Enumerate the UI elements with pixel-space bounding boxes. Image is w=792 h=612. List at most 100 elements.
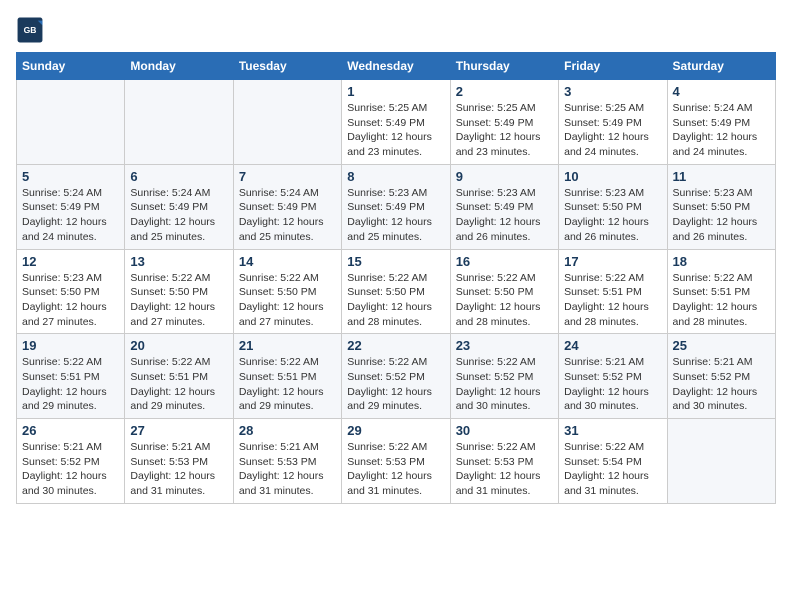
day-number: 31	[564, 423, 661, 438]
day-info: Sunrise: 5:21 AM Sunset: 5:52 PM Dayligh…	[673, 355, 770, 414]
calendar-cell: 18Sunrise: 5:22 AM Sunset: 5:51 PM Dayli…	[667, 249, 775, 334]
calendar-cell: 20Sunrise: 5:22 AM Sunset: 5:51 PM Dayli…	[125, 334, 233, 419]
calendar-cell: 16 Sunrise: 5:22 AM Sunset: 5:50 PM Dayli…	[450, 249, 558, 334]
day-number: 22	[347, 338, 444, 353]
calendar-cell: 24 Sunrise: 5:21 AM Sunset: 5:52 PM Dayli…	[559, 334, 667, 419]
day-info: Sunrise: 5:22 AM Sunset: 5:52 PM Dayligh…	[456, 355, 553, 414]
calendar-cell	[17, 80, 125, 165]
day-info: Sunrise: 5:22 AM Sunset: 5:51 PM Dayligh…	[22, 355, 119, 414]
day-number: 15	[347, 254, 444, 269]
day-of-week-header: Sunday	[17, 53, 125, 80]
calendar-week-row: 12Sunrise: 5:23 AM Sunset: 5:50 PM Dayli…	[17, 249, 776, 334]
day-number: 19	[22, 338, 119, 353]
day-number: 4	[673, 84, 770, 99]
day-number: 6	[130, 169, 227, 184]
day-info: Sunrise: 5:23 AM Sunset: 5:50 PM Dayligh…	[22, 271, 119, 330]
day-info: Sunrise: 5:22 AM Sunset: 5:51 PM Dayligh…	[130, 355, 227, 414]
day-info: Sunrise: 5:23 AM Sunset: 5:50 PM Dayligh…	[564, 186, 661, 245]
calendar-header-row: SundayMondayTuesdayWednesdayThursdayFrid…	[17, 53, 776, 80]
day-of-week-header: Friday	[559, 53, 667, 80]
day-of-week-header: Saturday	[667, 53, 775, 80]
calendar-cell: 25Sunrise: 5:21 AM Sunset: 5:52 PM Dayli…	[667, 334, 775, 419]
calendar-cell	[667, 419, 775, 504]
calendar-cell	[233, 80, 341, 165]
day-number: 30	[456, 423, 553, 438]
calendar-cell: 7Sunrise: 5:24 AM Sunset: 5:49 PM Daylig…	[233, 164, 341, 249]
calendar-cell: 12Sunrise: 5:23 AM Sunset: 5:50 PM Dayli…	[17, 249, 125, 334]
day-number: 3	[564, 84, 661, 99]
calendar-week-row: 1 Sunrise: 5:25 AM Sunset: 5:49 PM Daylig…	[17, 80, 776, 165]
calendar-cell: 31 Sunrise: 5:22 AM Sunset: 5:54 PM Dayli…	[559, 419, 667, 504]
calendar-week-row: 5Sunrise: 5:24 AM Sunset: 5:49 PM Daylig…	[17, 164, 776, 249]
calendar-cell: 13Sunrise: 5:22 AM Sunset: 5:50 PM Dayli…	[125, 249, 233, 334]
logo-icon: GB	[16, 16, 44, 44]
calendar-cell: 9 Sunrise: 5:23 AM Sunset: 5:49 PM Daylig…	[450, 164, 558, 249]
calendar-cell: 22Sunrise: 5:22 AM Sunset: 5:52 PM Dayli…	[342, 334, 450, 419]
day-number: 29	[347, 423, 444, 438]
day-info: Sunrise: 5:23 AM Sunset: 5:50 PM Dayligh…	[673, 186, 770, 245]
day-info: Sunrise: 5:25 AM Sunset: 5:49 PM Dayligh…	[564, 101, 661, 160]
day-number: 21	[239, 338, 336, 353]
calendar-cell: 11 Sunrise: 5:23 AM Sunset: 5:50 PM Dayli…	[667, 164, 775, 249]
day-number: 27	[130, 423, 227, 438]
day-info: Sunrise: 5:25 AM Sunset: 5:49 PM Dayligh…	[456, 101, 553, 160]
calendar-cell: 21 Sunrise: 5:22 AM Sunset: 5:51 PM Dayli…	[233, 334, 341, 419]
day-info: Sunrise: 5:21 AM Sunset: 5:52 PM Dayligh…	[564, 355, 661, 414]
calendar-cell: 29 Sunrise: 5:22 AM Sunset: 5:53 PM Dayli…	[342, 419, 450, 504]
calendar-cell: 4 Sunrise: 5:24 AM Sunset: 5:49 PM Daylig…	[667, 80, 775, 165]
day-info: Sunrise: 5:24 AM Sunset: 5:49 PM Dayligh…	[130, 186, 227, 245]
day-number: 10	[564, 169, 661, 184]
day-number: 26	[22, 423, 119, 438]
day-info: Sunrise: 5:22 AM Sunset: 5:50 PM Dayligh…	[347, 271, 444, 330]
day-info: Sunrise: 5:22 AM Sunset: 5:54 PM Dayligh…	[564, 440, 661, 499]
day-info: Sunrise: 5:22 AM Sunset: 5:51 PM Dayligh…	[564, 271, 661, 330]
day-info: Sunrise: 5:24 AM Sunset: 5:49 PM Dayligh…	[22, 186, 119, 245]
day-number: 14	[239, 254, 336, 269]
calendar-cell: 27 Sunrise: 5:21 AM Sunset: 5:53 PM Dayli…	[125, 419, 233, 504]
day-of-week-header: Wednesday	[342, 53, 450, 80]
svg-text:GB: GB	[24, 25, 37, 35]
calendar-cell: 28 Sunrise: 5:21 AM Sunset: 5:53 PM Dayli…	[233, 419, 341, 504]
day-info: Sunrise: 5:23 AM Sunset: 5:49 PM Dayligh…	[347, 186, 444, 245]
calendar-cell: 17 Sunrise: 5:22 AM Sunset: 5:51 PM Dayli…	[559, 249, 667, 334]
day-number: 16	[456, 254, 553, 269]
day-info: Sunrise: 5:21 AM Sunset: 5:53 PM Dayligh…	[239, 440, 336, 499]
day-info: Sunrise: 5:22 AM Sunset: 5:53 PM Dayligh…	[456, 440, 553, 499]
day-info: Sunrise: 5:22 AM Sunset: 5:53 PM Dayligh…	[347, 440, 444, 499]
calendar-cell: 15 Sunrise: 5:22 AM Sunset: 5:50 PM Dayli…	[342, 249, 450, 334]
day-number: 28	[239, 423, 336, 438]
day-of-week-header: Thursday	[450, 53, 558, 80]
day-info: Sunrise: 5:24 AM Sunset: 5:49 PM Dayligh…	[673, 101, 770, 160]
calendar-cell: 1 Sunrise: 5:25 AM Sunset: 5:49 PM Daylig…	[342, 80, 450, 165]
day-number: 11	[673, 169, 770, 184]
calendar-cell: 6 Sunrise: 5:24 AM Sunset: 5:49 PM Daylig…	[125, 164, 233, 249]
day-info: Sunrise: 5:22 AM Sunset: 5:50 PM Dayligh…	[456, 271, 553, 330]
calendar-cell	[125, 80, 233, 165]
calendar-week-row: 19 Sunrise: 5:22 AM Sunset: 5:51 PM Dayli…	[17, 334, 776, 419]
day-number: 1	[347, 84, 444, 99]
calendar-cell: 14Sunrise: 5:22 AM Sunset: 5:50 PM Dayli…	[233, 249, 341, 334]
calendar-cell: 30 Sunrise: 5:22 AM Sunset: 5:53 PM Dayli…	[450, 419, 558, 504]
day-number: 24	[564, 338, 661, 353]
day-number: 8	[347, 169, 444, 184]
calendar-cell: 8 Sunrise: 5:23 AM Sunset: 5:49 PM Daylig…	[342, 164, 450, 249]
day-number: 9	[456, 169, 553, 184]
day-number: 17	[564, 254, 661, 269]
calendar-cell: 5Sunrise: 5:24 AM Sunset: 5:49 PM Daylig…	[17, 164, 125, 249]
day-of-week-header: Monday	[125, 53, 233, 80]
calendar-body: 1 Sunrise: 5:25 AM Sunset: 5:49 PM Daylig…	[17, 80, 776, 504]
calendar-week-row: 26Sunrise: 5:21 AM Sunset: 5:52 PM Dayli…	[17, 419, 776, 504]
day-number: 13	[130, 254, 227, 269]
page-header: GB	[16, 16, 776, 44]
day-number: 2	[456, 84, 553, 99]
day-info: Sunrise: 5:22 AM Sunset: 5:51 PM Dayligh…	[673, 271, 770, 330]
day-of-week-header: Tuesday	[233, 53, 341, 80]
day-info: Sunrise: 5:25 AM Sunset: 5:49 PM Dayligh…	[347, 101, 444, 160]
day-info: Sunrise: 5:21 AM Sunset: 5:53 PM Dayligh…	[130, 440, 227, 499]
day-number: 23	[456, 338, 553, 353]
day-info: Sunrise: 5:24 AM Sunset: 5:49 PM Dayligh…	[239, 186, 336, 245]
calendar-cell: 3 Sunrise: 5:25 AM Sunset: 5:49 PM Daylig…	[559, 80, 667, 165]
day-info: Sunrise: 5:23 AM Sunset: 5:49 PM Dayligh…	[456, 186, 553, 245]
logo: GB	[16, 16, 48, 44]
day-info: Sunrise: 5:22 AM Sunset: 5:51 PM Dayligh…	[239, 355, 336, 414]
